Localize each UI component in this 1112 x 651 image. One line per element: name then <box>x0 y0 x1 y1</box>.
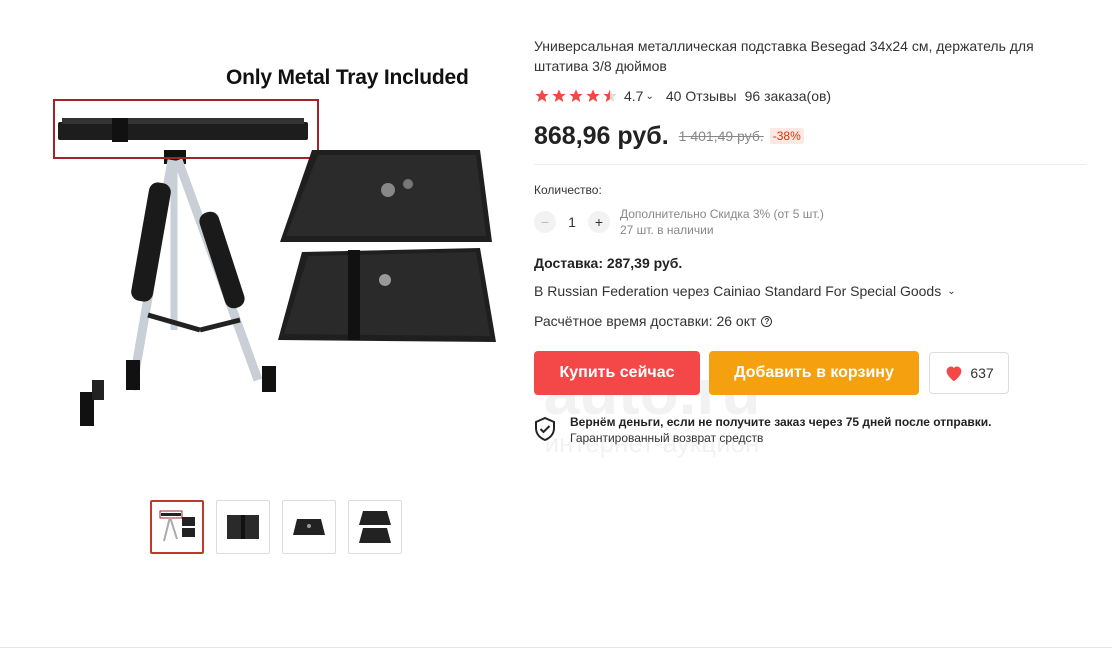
help-icon[interactable]: ? <box>761 315 773 327</box>
tray-illustration-bottom <box>278 248 496 342</box>
price-row: 868,96 руб. 1 401,49 руб. -38% <box>534 120 1086 152</box>
delivery-price: 287,39 руб. <box>606 255 683 271</box>
thumbnail-3[interactable] <box>282 500 336 554</box>
protection-sub-text: Гарантированный возврат средств <box>570 431 764 445</box>
quantity-increase-button[interactable]: + <box>588 211 610 233</box>
discount-badge: -38% <box>769 128 804 144</box>
quantity-value[interactable]: 1 <box>556 214 588 230</box>
quantity-decrease-button[interactable]: − <box>534 211 556 233</box>
star-icon <box>552 89 566 102</box>
thumbnail-2[interactable] <box>216 500 270 554</box>
thumbnail-4[interactable] <box>348 500 402 554</box>
current-price: 868,96 руб. <box>534 121 669 150</box>
protection-text: Вернём деньги, если не получите заказ че… <box>570 415 992 445</box>
orders-count: 96 заказа(ов) <box>744 88 832 104</box>
protection-main-text: Вернём деньги, если не получите заказ че… <box>570 415 992 429</box>
star-icon <box>569 89 583 102</box>
chevron-down-icon: ⌄ <box>947 285 956 297</box>
shipping-method-selector[interactable]: В Russian Federation через Cainiao Stand… <box>534 283 1086 299</box>
stock-text: 27 шт. в наличии <box>620 223 714 237</box>
shipping-method-text: В Russian Federation через Cainiao Stand… <box>534 283 942 299</box>
rating-row: 4.7 ⌄ 40 Отзывы 96 заказа(ов) <box>534 86 1086 106</box>
quantity-label: Количество: <box>534 183 602 197</box>
eta-value: 26 окт <box>716 313 757 329</box>
wishlist-button[interactable]: 637 <box>929 352 1009 394</box>
heart-icon <box>944 364 964 382</box>
product-main-image[interactable] <box>40 30 500 490</box>
shield-check-icon <box>534 416 556 446</box>
buy-now-button[interactable]: Купить сейчас <box>534 351 700 395</box>
bottom-divider <box>0 647 1112 648</box>
quantity-info: Дополнительно Скидка 3% (от 5 шт.) 27 шт… <box>620 206 824 238</box>
bulk-discount-text: Дополнительно Скидка 3% (от 5 шт.) <box>620 207 824 221</box>
buyer-protection: Вернём деньги, если не получите заказ че… <box>534 415 1086 446</box>
thumbnail-1[interactable] <box>150 500 204 554</box>
eta-label: Расчётное время доставки: <box>534 313 713 329</box>
delivery-estimate: Расчётное время доставки: 26 окт ? <box>534 313 1086 329</box>
delivery-label: Доставка: <box>534 255 604 271</box>
tripod-illustration <box>58 118 308 426</box>
divider <box>534 164 1086 165</box>
add-to-cart-button[interactable]: Добавить в корзину <box>709 351 919 395</box>
old-price: 1 401,49 руб. <box>678 128 764 144</box>
rating-score[interactable]: 4.7 <box>624 88 643 104</box>
chevron-down-icon[interactable]: ⌄ <box>645 91 653 102</box>
tray-illustration-top <box>280 150 492 242</box>
delivery-cost: Доставка: 287,39 руб. <box>534 255 1086 271</box>
product-title: Универсальная металлическая подставка Be… <box>534 38 1034 74</box>
star-icon <box>586 89 600 102</box>
image-caption: Only Metal Tray Included <box>226 66 469 89</box>
half-star-icon <box>603 89 617 102</box>
quantity-stepper: − 1 + Дополнительно Скидка 3% (от 5 шт.)… <box>534 207 1086 237</box>
rating-stars <box>534 88 618 104</box>
reviews-link[interactable]: 40 Отзывы <box>666 88 737 104</box>
thumbnail-strip <box>150 500 402 554</box>
wishlist-count: 637 <box>970 365 994 381</box>
product-info: Универсальная металлическая подставка Be… <box>534 36 1086 446</box>
star-icon <box>535 89 549 102</box>
product-gallery: Only Metal Tray Included <box>40 30 500 490</box>
action-buttons: Купить сейчас Добавить в корзину 637 <box>534 351 1086 395</box>
